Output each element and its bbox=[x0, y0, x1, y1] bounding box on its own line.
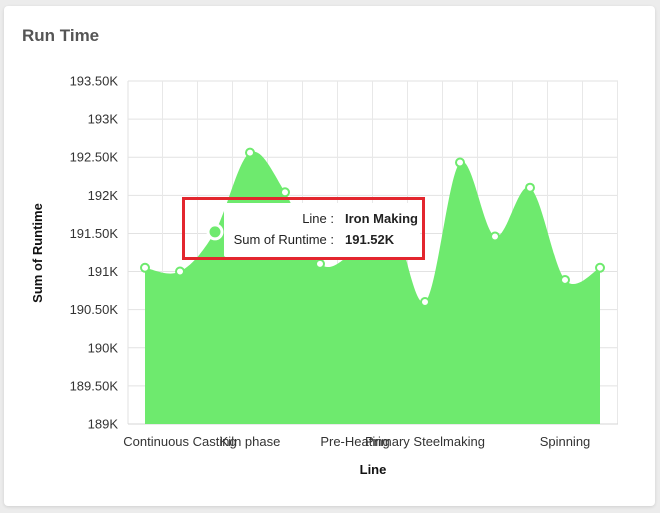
x-axis-title: Line bbox=[360, 462, 387, 477]
data-point[interactable] bbox=[455, 157, 465, 168]
data-point[interactable] bbox=[245, 147, 255, 158]
y-tick-label: 193K bbox=[88, 112, 119, 127]
x-tick-label: Primary Steelmaking bbox=[365, 434, 485, 449]
data-point[interactable] bbox=[420, 297, 430, 308]
tooltip-highlight-box bbox=[182, 197, 425, 260]
y-tick-label: 189.50K bbox=[70, 378, 119, 393]
x-tick-label: Spinning bbox=[540, 434, 591, 449]
data-point[interactable] bbox=[595, 262, 605, 273]
data-point[interactable] bbox=[140, 262, 150, 273]
y-tick-label: 191.50K bbox=[70, 226, 119, 241]
y-tick-label: 190K bbox=[88, 340, 119, 355]
y-tick-label: 190.50K bbox=[70, 302, 119, 317]
y-axis-title: Sum of Runtime bbox=[30, 203, 45, 303]
y-tick-label: 192.50K bbox=[70, 150, 119, 165]
data-point[interactable] bbox=[560, 274, 570, 285]
data-point[interactable] bbox=[280, 187, 290, 198]
y-tick-label: 191K bbox=[88, 264, 119, 279]
x-tick-label: Kiln phase bbox=[220, 434, 281, 449]
y-tick-label: 193.50K bbox=[70, 74, 119, 89]
data-point[interactable] bbox=[175, 266, 185, 277]
y-tick-label: 192K bbox=[88, 188, 119, 203]
data-point[interactable] bbox=[315, 258, 325, 269]
data-point[interactable] bbox=[490, 231, 500, 242]
data-point[interactable] bbox=[525, 182, 535, 193]
y-tick-label: 189K bbox=[88, 417, 119, 432]
